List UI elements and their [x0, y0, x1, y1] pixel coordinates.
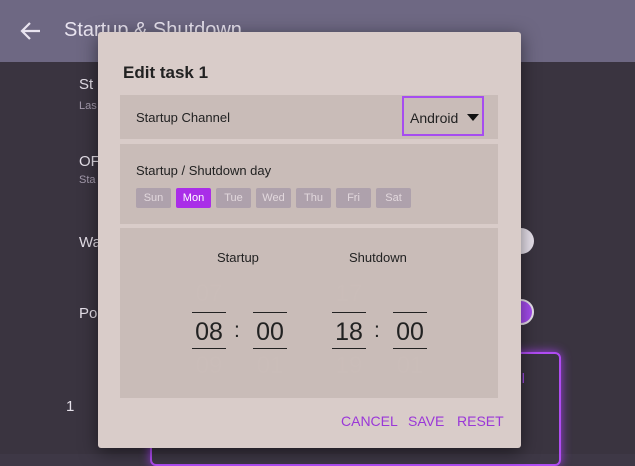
picker-divider	[253, 348, 287, 349]
caret-down-icon	[467, 114, 479, 121]
row-number: 1	[66, 398, 75, 415]
startup-channel-label: Startup Channel	[136, 110, 230, 125]
settings-item-subtitle: Sta	[79, 174, 96, 186]
reset-button[interactable]: RESET	[457, 413, 504, 429]
time-separator: :	[234, 319, 240, 342]
picker-divider	[253, 312, 287, 313]
picker-divider	[393, 348, 427, 349]
day-selector: Sun Mon Tue Wed Thu Fri Sat	[136, 188, 411, 208]
shutdown-minute-value[interactable]: 00	[392, 318, 428, 347]
startup-hour-next[interactable]: 09	[191, 352, 227, 380]
settings-item-title[interactable]: St	[79, 76, 93, 93]
settings-item-subtitle: Las	[79, 100, 97, 112]
day-chip-thu[interactable]: Thu	[296, 188, 331, 208]
shutdown-hour-prev[interactable]: 17	[331, 280, 367, 308]
edit-task-dialog: Edit task 1 Startup Channel Android Star…	[98, 32, 521, 448]
startup-day-row: Startup / Shutdown day Sun Mon Tue Wed T…	[120, 144, 498, 224]
picker-divider	[393, 312, 427, 313]
shutdown-column-label: Shutdown	[349, 250, 407, 265]
picker-divider	[332, 312, 366, 313]
day-chip-tue[interactable]: Tue	[216, 188, 251, 208]
time-picker-row: Startup Shutdown 07 08 09 : 00 01 17 18 …	[120, 228, 498, 398]
picker-divider	[192, 348, 226, 349]
settings-item-title[interactable]: Po	[79, 305, 97, 322]
startup-hour-prev[interactable]: 07	[191, 280, 227, 308]
picker-divider	[332, 348, 366, 349]
save-button[interactable]: SAVE	[408, 413, 444, 429]
startup-channel-value: Android	[410, 110, 459, 126]
startup-channel-row: Startup Channel Android	[120, 95, 498, 139]
startup-hour-value[interactable]: 08	[191, 318, 227, 347]
shutdown-hour-value[interactable]: 18	[331, 318, 367, 347]
day-chip-sun[interactable]: Sun	[136, 188, 171, 208]
startup-minute-next[interactable]: 01	[252, 352, 288, 380]
day-chip-mon[interactable]: Mon	[176, 188, 211, 208]
startup-minute-value[interactable]: 00	[252, 318, 288, 347]
day-chip-sat[interactable]: Sat	[376, 188, 411, 208]
day-chip-wed[interactable]: Wed	[256, 188, 291, 208]
startup-column-label: Startup	[217, 250, 259, 265]
dialog-title: Edit task 1	[123, 63, 209, 82]
settings-item-title[interactable]: OF	[79, 153, 100, 170]
picker-divider	[192, 312, 226, 313]
startup-day-label: Startup / Shutdown day	[136, 163, 272, 178]
time-separator: :	[374, 319, 380, 342]
back-arrow-icon[interactable]	[18, 18, 44, 44]
shutdown-minute-next[interactable]: 01	[392, 352, 428, 380]
shutdown-hour-next[interactable]: 19	[331, 352, 367, 380]
cancel-button[interactable]: CANCEL	[341, 413, 398, 429]
startup-channel-dropdown[interactable]: Android	[402, 96, 484, 136]
day-chip-fri[interactable]: Fri	[336, 188, 371, 208]
